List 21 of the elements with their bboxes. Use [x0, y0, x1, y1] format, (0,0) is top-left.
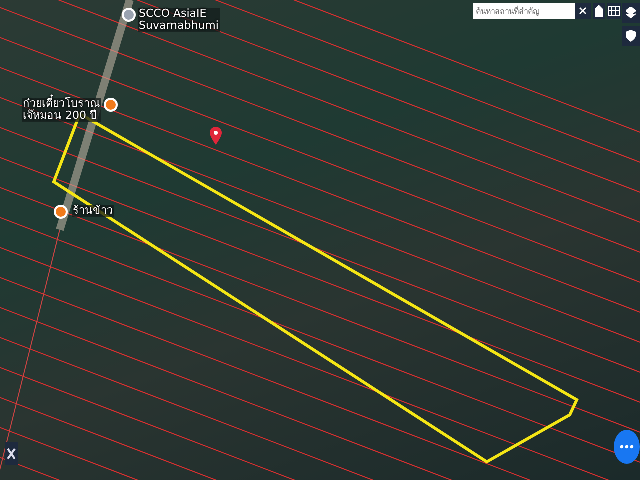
layers-button[interactable] [622, 3, 640, 23]
grid-button[interactable] [607, 3, 621, 19]
grid-icon [608, 6, 620, 16]
restaurant-marker-icon[interactable] [104, 98, 118, 112]
place-label: SCCO AsiaIE Suvarnabhumi [138, 8, 220, 32]
home-icon [594, 4, 604, 18]
place-marker-icon[interactable] [122, 8, 136, 22]
home-button[interactable] [593, 3, 605, 19]
restaurant-marker-icon[interactable] [54, 205, 68, 219]
shield-button[interactable] [622, 26, 640, 46]
close-button[interactable] [575, 3, 591, 19]
satellite-map[interactable]: SCCO AsiaIE Suvarnabhumi ก๋วยเตี๋ยวโบราณ เจ๊หมอน 200 ปี ร้านข้าว ค้นหาสถานที่สำคัญ [0, 0, 640, 480]
tools-icon [7, 448, 16, 460]
place-label: ร้านข้าว [72, 205, 114, 217]
location-pin-icon[interactable] [210, 127, 222, 145]
shield-icon [626, 30, 636, 42]
layers-icon [626, 7, 636, 19]
close-icon [579, 7, 587, 15]
tool-button[interactable] [5, 442, 18, 465]
more-button[interactable] [614, 430, 640, 464]
more-icon [620, 445, 634, 449]
